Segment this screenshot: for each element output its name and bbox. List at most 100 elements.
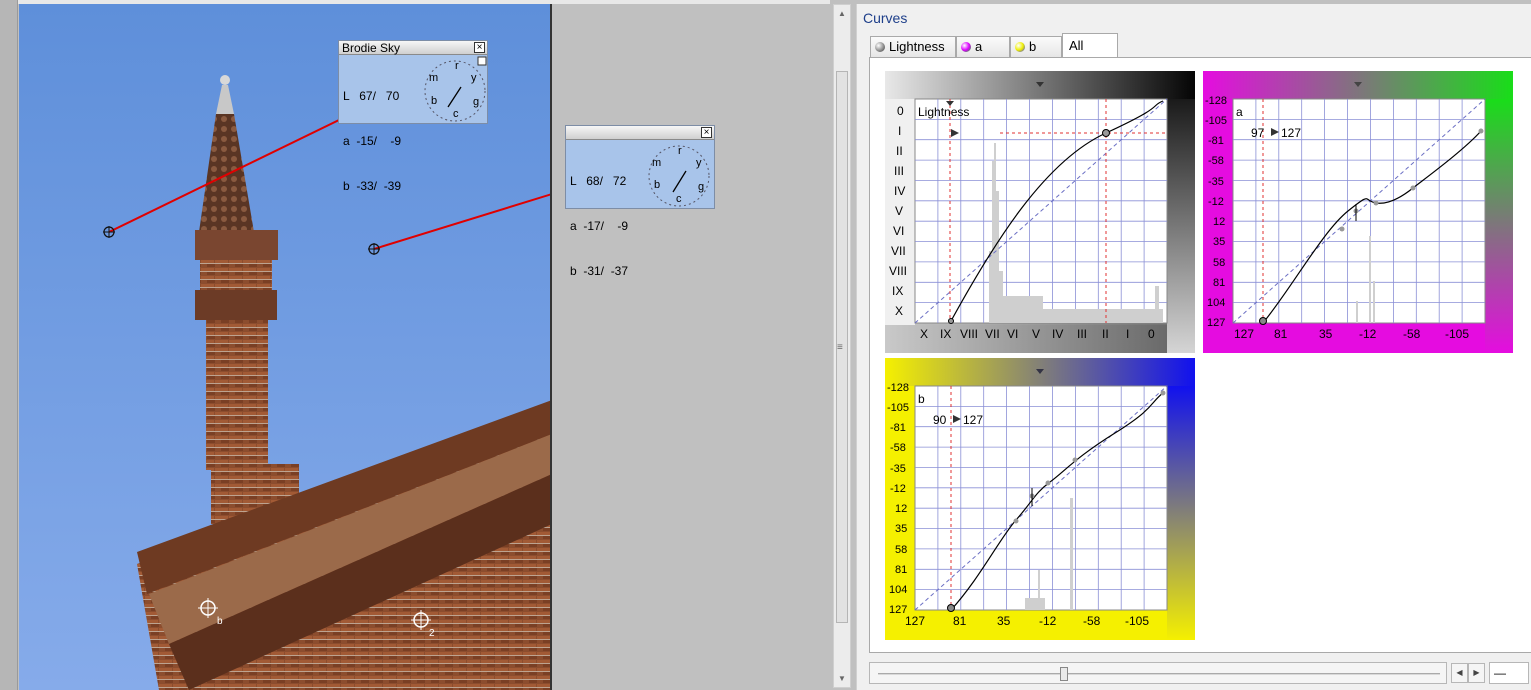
svg-text:127: 127 [1234, 327, 1254, 341]
tab-all[interactable]: All [1062, 33, 1118, 58]
svg-text:-58: -58 [1403, 327, 1421, 341]
svg-text:104: 104 [1207, 297, 1225, 309]
svg-text:-128: -128 [1205, 95, 1227, 107]
svg-text:127: 127 [905, 614, 925, 628]
a-readout-in: 97 [1251, 126, 1265, 140]
svg-text:VI: VI [893, 224, 904, 238]
svg-text:VI: VI [1007, 327, 1018, 341]
svg-text:35: 35 [1213, 236, 1225, 248]
svg-text:58: 58 [1213, 257, 1225, 269]
close-icon[interactable]: × [474, 42, 485, 53]
dial-y: y [696, 157, 702, 169]
zoom-slider[interactable] [869, 662, 1447, 684]
svg-text:II: II [1102, 327, 1109, 341]
svg-text:-58: -58 [1083, 614, 1101, 628]
svg-text:I: I [898, 124, 901, 138]
svg-text:IV: IV [1052, 327, 1063, 341]
a-channel-curve-box[interactable]: a 97 127 -128 -105 -81 -58 -35 -12 12 35… [1203, 71, 1513, 353]
svg-text:X: X [920, 327, 928, 341]
svg-text:-12: -12 [1359, 327, 1377, 341]
svg-text:35: 35 [1319, 327, 1333, 341]
svg-text:-81: -81 [890, 422, 906, 434]
svg-text:V: V [1032, 327, 1040, 341]
tab-b[interactable]: b [1010, 36, 1062, 57]
tab-lightness[interactable]: Lightness [870, 36, 956, 57]
svg-text:VIII: VIII [960, 327, 978, 341]
dial-g: g [698, 181, 704, 193]
lightness-curve-box[interactable]: Lightness 0 I II III IV V VI VII VIII IX… [885, 71, 1195, 353]
svg-text:104: 104 [889, 584, 907, 596]
marker-label: b [217, 616, 223, 627]
zoom-value-field[interactable]: — [1489, 662, 1529, 684]
svg-text:VII: VII [985, 327, 1000, 341]
svg-text:35: 35 [997, 614, 1011, 628]
sampler-values: L 67/ 70 a -15/ -9 b -33/ -39 [343, 59, 401, 224]
svg-text:12: 12 [1213, 216, 1225, 228]
svg-text:III: III [1077, 327, 1087, 341]
sampler-row-b: b -33/ -39 [343, 179, 402, 193]
sampler-row-b: b -31/ -37 [570, 264, 629, 278]
svg-text:0: 0 [897, 104, 904, 118]
panel-title: Curves [863, 10, 908, 26]
a-ball-icon [961, 42, 971, 52]
dial-c: c [676, 193, 682, 205]
svg-text:-58: -58 [1208, 155, 1224, 167]
color-sampler-panel-2[interactable]: × L 68/ 72 a -17/ -9 b -31/ -37 r y g c … [565, 125, 715, 278]
tab-content: Lightness 0 I II III IV V VI VII VIII IX… [869, 57, 1531, 653]
grip-icon: ≡ [837, 342, 843, 353]
marker-label-2: 2 [429, 628, 435, 639]
dial-y: y [471, 72, 477, 84]
sampler-values: L 68/ 72 a -17/ -9 b -31/ -37 [570, 144, 628, 309]
slider-thumb[interactable] [1060, 667, 1068, 681]
b-readout-in: 90 [933, 413, 947, 427]
svg-text:81: 81 [895, 564, 907, 576]
dial-m: m [429, 72, 438, 84]
slider-track [878, 673, 1440, 675]
scroll-up-icon[interactable]: ▲ [838, 9, 846, 18]
scroll-down-icon[interactable]: ▼ [838, 674, 846, 683]
lightness-ball-icon [875, 42, 885, 52]
lightness-curve-label: Lightness [918, 105, 969, 119]
left-ruler-strip [0, 0, 18, 690]
svg-text:IV: IV [894, 184, 905, 198]
tab-label: b [1029, 39, 1037, 54]
color-sampler-panel-1[interactable]: Brodie Sky × L 67/ 70 a -15/ -9 b -33/ -… [338, 40, 488, 193]
svg-text:35: 35 [895, 523, 907, 535]
color-wheel-dial-icon: r y g c b m [424, 56, 487, 122]
svg-text:-12: -12 [1039, 614, 1057, 628]
svg-text:X: X [895, 304, 903, 318]
svg-text:81: 81 [1274, 327, 1288, 341]
svg-text:-105: -105 [887, 402, 909, 414]
svg-text:58: 58 [895, 544, 907, 556]
svg-text:81: 81 [953, 614, 967, 628]
tab-label: All [1069, 38, 1084, 53]
svg-text:IX: IX [892, 284, 903, 298]
svg-text:III: III [894, 164, 904, 178]
svg-text:II: II [896, 144, 903, 158]
a-readout-out: 127 [1281, 126, 1301, 140]
dial-m: m [652, 157, 661, 169]
svg-text:-12: -12 [1208, 196, 1224, 208]
svg-text:-58: -58 [890, 442, 906, 454]
b-channel-curve-box[interactable]: b 90 127 -128 -105 -81 -58 -35 -12 12 35… [885, 358, 1195, 640]
sampler-row-a: a -15/ -9 [343, 134, 402, 148]
svg-text:127: 127 [1207, 317, 1225, 329]
sampler-title[interactable]: Brodie Sky [339, 41, 487, 55]
tab-a[interactable]: a [956, 36, 1010, 57]
dial-g: g [473, 96, 479, 108]
svg-text:-105: -105 [1125, 614, 1149, 628]
tab-label: Lightness [889, 39, 945, 54]
svg-text:-35: -35 [1208, 176, 1224, 188]
dial-b: b [431, 95, 437, 107]
svg-text:VIII: VIII [889, 264, 907, 278]
tab-label: a [975, 39, 983, 54]
dial-r: r [678, 145, 682, 157]
scroll-left-icon[interactable]: ◀ [1451, 663, 1468, 683]
sampler-row-a: a -17/ -9 [570, 219, 629, 233]
svg-text:81: 81 [1213, 277, 1225, 289]
scroll-right-icon[interactable]: ▶ [1468, 663, 1485, 683]
svg-text:VII: VII [891, 244, 906, 258]
sampler-row-l: L 67/ 70 [343, 89, 400, 103]
svg-text:12: 12 [895, 503, 907, 515]
vertical-scrollbar[interactable]: ▲ ≡ ▼ [833, 4, 851, 688]
